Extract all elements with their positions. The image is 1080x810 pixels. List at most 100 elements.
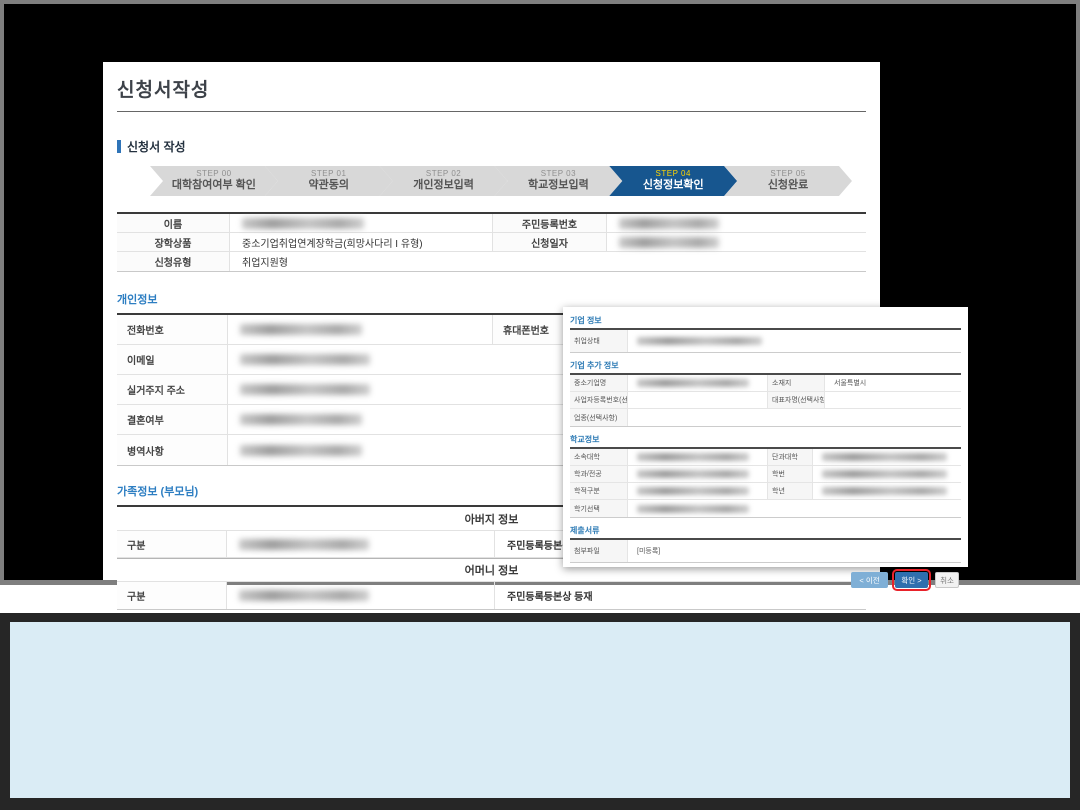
step-02-personal-info: STEP 02 개인정보입력	[380, 166, 508, 196]
redacted-name	[242, 218, 364, 229]
step-03-school-info: STEP 03 학교정보입력	[494, 166, 622, 196]
date-label: 신청일자	[493, 233, 607, 251]
redacted-semester	[637, 505, 749, 513]
name-label: 이름	[117, 214, 230, 232]
ceo-label: 대표자명(선택사항)	[768, 392, 825, 408]
student-no-value	[813, 466, 961, 482]
redacted-major	[637, 470, 749, 478]
bottom-dark-frame	[0, 613, 1080, 810]
table-row: 신청유형 취업지원형	[117, 252, 866, 271]
prev-button[interactable]: < 이전	[851, 572, 888, 588]
product-label: 장학상품	[117, 233, 230, 251]
redacted-status	[637, 337, 762, 345]
redacted-enrollment	[637, 487, 749, 495]
redacted-university	[637, 453, 749, 461]
documents-table: 첨부파일 [미등록]	[570, 538, 961, 563]
step-label: 학교정보입력	[528, 179, 589, 193]
step-number: STEP 03	[541, 169, 576, 179]
product-value: 중소기업취업연계장학금(희망사다리 I 유형)	[230, 233, 493, 251]
step-number: STEP 00	[196, 169, 231, 179]
major-value	[628, 466, 768, 482]
marriage-label: 결혼여부	[117, 405, 228, 434]
biz-no-label: 사업자등록번호(선택사항)	[570, 392, 628, 408]
email-label: 이메일	[117, 345, 228, 374]
step-number: STEP 04	[656, 169, 691, 179]
redacted-address	[240, 384, 370, 395]
documents-heading: 제출서류	[570, 525, 961, 536]
student-no-label: 학번	[768, 466, 813, 482]
employment-status-label: 취업상태	[570, 330, 628, 352]
school-info-heading: 학교정보	[570, 434, 961, 445]
redacted-rrn	[619, 218, 719, 229]
section-header-bar	[117, 140, 121, 153]
table-row: 학적구분 학년	[570, 483, 961, 500]
step-label: 대학참여여부 확인	[172, 179, 256, 193]
company-extra-heading: 기업 추가 정보	[570, 360, 961, 371]
university-label: 소속대학	[570, 449, 628, 465]
location-label: 소재지	[768, 375, 825, 391]
table-row: 첨부파일 [미등록]	[570, 540, 961, 562]
table-row: 취업상태	[570, 330, 961, 352]
table-row: 소속대학 단과대학	[570, 449, 961, 466]
redacted-grade	[822, 487, 947, 495]
table-row: 장학상품 중소기업취업연계장학금(희망사다리 I 유형) 신청일자	[117, 233, 866, 252]
popup-button-bar: < 이전 확인 > 취소	[570, 572, 961, 588]
company-extra-table: 중소기업명 소재지 서울특별시 사업자등록번호(선택사항) 대표자명(선택사항)…	[570, 373, 961, 427]
biz-no-value	[628, 392, 768, 408]
enrollment-status-label: 학적구분	[570, 483, 628, 499]
redacted-military	[240, 445, 362, 456]
ceo-value	[825, 392, 961, 408]
industry-value	[628, 409, 961, 426]
cancel-button[interactable]: 취소	[935, 572, 959, 588]
attachment-label: 첨부파일	[570, 540, 628, 562]
step-label: 신청완료	[768, 179, 808, 193]
step-progress-bar: STEP 00 대학참여여부 확인 STEP 01 약관동의 STEP 02 개…	[150, 166, 852, 196]
date-value	[607, 233, 866, 251]
employment-status-value	[628, 330, 961, 352]
step-05-complete: STEP 05 신청완료	[724, 166, 852, 196]
screenshot-dark-backdrop: 신청서작성 신청서 작성 STEP 00 대학참여여부 확인 STEP 01 약…	[0, 0, 1080, 585]
redacted-company-name	[637, 379, 749, 387]
table-row: 학기선택	[570, 500, 961, 517]
application-summary-table: 이름 주민등록번호 장학상품 중소기업취업연계장학금(희망사다리 I 유형) 신…	[117, 212, 866, 272]
company-name-label: 중소기업명	[570, 375, 628, 391]
step-01-terms-agreement: STEP 01 약관동의	[265, 166, 393, 196]
table-row: 중소기업명 소재지 서울특별시	[570, 375, 961, 392]
confirm-button-highlighted[interactable]: 확인 >	[895, 572, 928, 588]
location-value: 서울특별시	[825, 375, 961, 391]
section-header: 신청서 작성	[117, 138, 866, 155]
company-info-table: 취업상태	[570, 328, 961, 353]
redacted-phone	[240, 324, 362, 335]
redacted-father	[239, 539, 369, 550]
empty-blue-panel	[10, 622, 1070, 798]
section-header-label: 신청서 작성	[127, 138, 186, 155]
redacted-date	[619, 237, 719, 248]
step-label: 개인정보입력	[413, 179, 474, 193]
phone-value	[228, 315, 493, 344]
father-type-label: 구분	[117, 531, 227, 557]
military-label: 병역사항	[117, 435, 228, 465]
redacted-mother	[239, 590, 369, 601]
redacted-college	[822, 453, 947, 461]
step-label: 약관동의	[309, 179, 349, 193]
address-label: 실거주지 주소	[117, 375, 228, 404]
redacted-student-no	[822, 470, 947, 478]
table-row: 이름 주민등록번호	[117, 214, 866, 233]
mother-type-label: 구분	[117, 582, 227, 609]
grade-label: 학년	[768, 483, 813, 499]
application-detail-popup: 기업 정보 취업상태 기업 추가 정보 중소기업명 소재지 서울특별시 사업자등…	[563, 307, 968, 567]
table-row: 사업자등록번호(선택사항) 대표자명(선택사항)	[570, 392, 961, 409]
type-value: 취업지원형	[230, 252, 866, 271]
industry-label: 업종(선택사항)	[570, 409, 628, 426]
university-value	[628, 449, 768, 465]
step-label: 신청정보확인	[643, 179, 704, 193]
rrn-label: 주민등록번호	[493, 214, 607, 232]
rrn-value	[607, 214, 866, 232]
table-row: 학과/전공 학번	[570, 466, 961, 483]
grade-value	[813, 483, 961, 499]
enrollment-status-value	[628, 483, 768, 499]
attachment-value: [미등록]	[628, 540, 961, 562]
semester-value	[628, 500, 961, 517]
title-divider	[117, 111, 866, 112]
step-number: STEP 02	[426, 169, 461, 179]
